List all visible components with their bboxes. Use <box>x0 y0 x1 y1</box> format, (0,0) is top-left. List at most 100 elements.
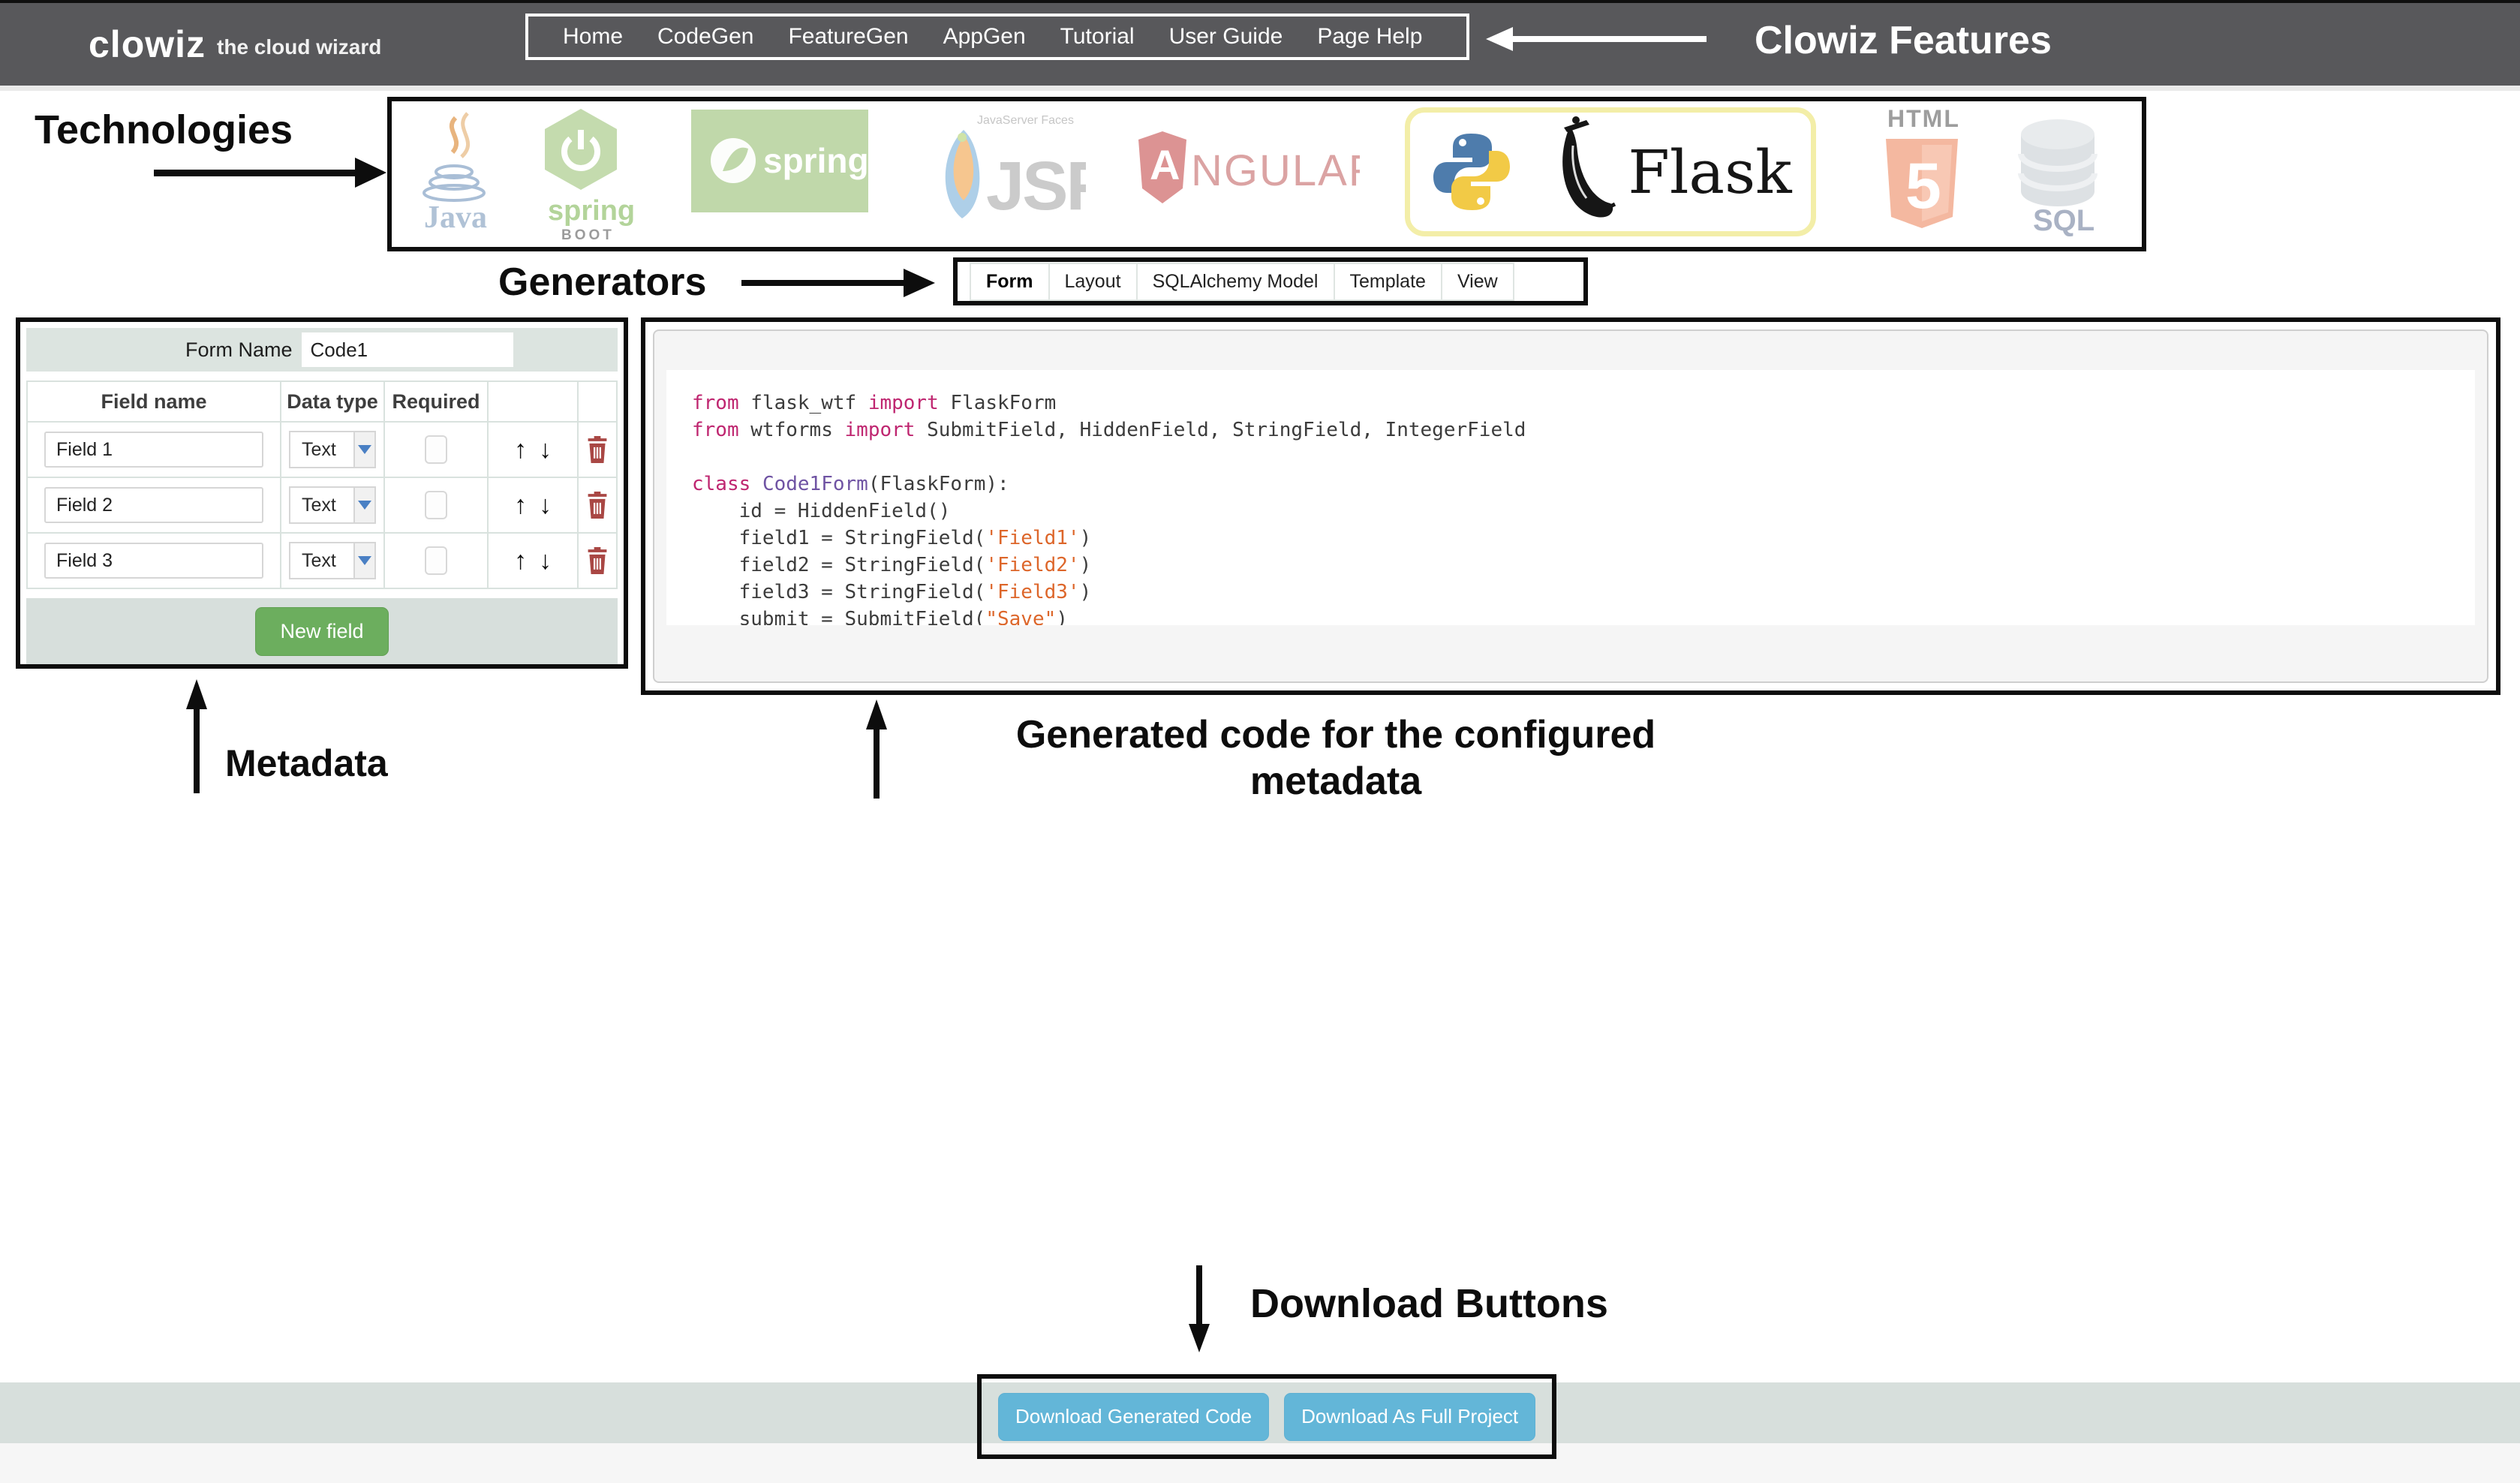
nav-item-appgen[interactable]: AppGen <box>943 24 1026 50</box>
tech-sql-icon[interactable]: SQL <box>2009 107 2107 236</box>
generated-code-up-arrow-icon <box>860 698 893 802</box>
field-name-input[interactable] <box>44 487 263 523</box>
svg-text:spring: spring <box>763 141 868 180</box>
annotation-download-buttons: Download Buttons <box>1250 1280 1608 1327</box>
move-down-button[interactable]: ↓ <box>539 548 552 573</box>
navbar-menu: Home CodeGen FeatureGen AppGen Tutorial User … <box>525 14 1469 60</box>
annotation-generated-code-line1: Generated code for the configured <box>968 711 1704 758</box>
generated-code-panel: from flask_wtf import FlaskFormfrom wtfo… <box>641 317 2500 695</box>
code-line: field1 = StringField('Field1') <box>692 525 2475 552</box>
column-header-required: Required <box>385 382 489 421</box>
form-name-input[interactable] <box>302 332 513 367</box>
tech-python-flask-selected[interactable]: Flask <box>1405 107 1816 236</box>
code-line: id = HiddenField() <box>692 498 2475 525</box>
metadata-panel: Form Name Field nameData typeRequired Te… <box>16 317 628 669</box>
download-buttons-frame: Download Generated Code Download As Full … <box>977 1374 1556 1459</box>
svg-text:BOOT: BOOT <box>561 227 615 243</box>
annotation-technologies: Technologies <box>35 107 293 153</box>
nav-item-featuregen[interactable]: FeatureGen <box>788 24 908 50</box>
code-line: field3 = StringField('Field3') <box>692 579 2475 606</box>
svg-text:JavaServer Faces: JavaServer Faces <box>977 114 1074 127</box>
field-row: Text ↑ ↓ <box>28 478 616 534</box>
form-name-band: Form Name <box>26 328 618 372</box>
tech-html5-icon[interactable]: HTML 5 <box>1874 104 1970 239</box>
field-name-input[interactable] <box>44 432 263 468</box>
annotation-generators: Generators <box>498 260 706 305</box>
required-checkbox[interactable] <box>425 491 447 519</box>
delete-field-button[interactable] <box>586 436 609 463</box>
nav-item-codegen[interactable]: CodeGen <box>657 24 753 50</box>
column-header-data-type: Data type <box>281 382 385 421</box>
page: clowiz the cloud wizard Home CodeGen Featu… <box>0 0 2520 1483</box>
metadata-up-arrow-icon <box>180 678 213 796</box>
new-field-button[interactable]: New field <box>255 607 388 656</box>
data-type-value: Text <box>290 432 353 467</box>
svg-text:HTML: HTML <box>1887 105 1960 132</box>
fields-table-header: Field nameData typeRequired <box>28 382 616 423</box>
delete-field-button[interactable] <box>586 492 609 519</box>
tech-angular-icon[interactable]: A NGULAR <box>1138 128 1360 212</box>
code-line: from flask_wtf import FlaskForm <box>692 390 2475 417</box>
download-as-full-project-button[interactable]: Download As Full Project <box>1284 1393 1535 1441</box>
move-up-button[interactable]: ↑ <box>514 492 527 518</box>
tech-jsf-icon[interactable]: JavaServer Faces JSF <box>917 107 1086 235</box>
technologies-panel: Java spring BOOT spring JavaServer Faces… <box>387 97 2146 251</box>
svg-text:spring: spring <box>548 195 635 227</box>
generators-arrow-icon <box>741 267 937 299</box>
tech-spring-icon[interactable]: spring <box>691 110 868 212</box>
annotation-metadata: Metadata <box>225 742 388 785</box>
annotation-generated-code-line2: metadata <box>968 758 1704 805</box>
new-field-band: New field <box>26 598 618 664</box>
data-type-value: Text <box>290 488 353 522</box>
data-type-select[interactable]: Text <box>289 486 376 524</box>
chevron-down-icon <box>353 432 374 467</box>
code-card: from flask_wtf import FlaskFormfrom wtfo… <box>653 329 2488 683</box>
navbar-bottom-strip <box>0 86 2520 91</box>
nav-item-user-guide[interactable]: User Guide <box>1169 24 1283 50</box>
tech-spring-boot-icon[interactable]: spring BOOT <box>527 104 636 244</box>
generator-tab-layout[interactable]: Layout <box>1048 263 1138 301</box>
delete-field-button[interactable] <box>586 547 609 574</box>
tech-java-icon[interactable]: Java <box>416 110 492 234</box>
required-checkbox[interactable] <box>425 546 447 575</box>
chevron-down-icon <box>353 488 374 522</box>
column-header-empty <box>579 382 616 421</box>
features-left-arrow-icon <box>1484 24 1710 54</box>
svg-text:SQL: SQL <box>2033 204 2094 236</box>
nav-item-page-help[interactable]: Page Help <box>1317 24 1422 50</box>
field-row: Text ↑ ↓ <box>28 423 616 478</box>
move-down-button[interactable]: ↓ <box>539 492 552 518</box>
logo-main-text: clowiz <box>89 23 206 66</box>
generator-tab-sqlalchemy-model[interactable]: SQLAlchemy Model <box>1136 263 1335 301</box>
code-line: class Code1Form(FlaskForm): <box>692 471 2475 498</box>
code-background: from flask_wtf import FlaskFormfrom wtfo… <box>666 370 2475 625</box>
data-type-select[interactable]: Text <box>289 431 376 468</box>
generated-code: from flask_wtf import FlaskFormfrom wtfo… <box>666 370 2475 625</box>
annotation-clowiz-features: Clowiz Features <box>1755 18 2052 63</box>
clowiz-logo[interactable]: clowiz the cloud wizard <box>89 3 381 86</box>
generator-tab-template[interactable]: Template <box>1334 263 1442 301</box>
code-line: from wtforms import SubmitField, HiddenF… <box>692 417 2475 444</box>
nav-item-home[interactable]: Home <box>563 24 623 50</box>
field-name-input[interactable] <box>44 543 263 579</box>
download-down-arrow-icon <box>1183 1265 1216 1354</box>
move-up-button[interactable]: ↑ <box>514 437 527 462</box>
generator-tab-form[interactable]: Form <box>970 263 1050 301</box>
move-up-button[interactable]: ↑ <box>514 548 527 573</box>
code-line <box>692 444 2475 471</box>
data-type-value: Text <box>290 543 353 578</box>
chevron-down-icon <box>353 543 374 578</box>
download-generated-code-button[interactable]: Download Generated Code <box>998 1393 1269 1441</box>
svg-text:JSF: JSF <box>986 148 1086 224</box>
flask-horn-icon <box>1534 116 1620 228</box>
code-line: submit = SubmitField("Save") <box>692 606 2475 625</box>
code-line: field2 = StringField('Field2') <box>692 552 2475 579</box>
technologies-arrow-icon <box>154 155 390 191</box>
generator-tab-view[interactable]: View <box>1441 263 1514 301</box>
required-checkbox[interactable] <box>425 435 447 464</box>
svg-text:Java: Java <box>424 200 487 234</box>
form-name-label: Form Name <box>185 338 293 362</box>
nav-item-tutorial[interactable]: Tutorial <box>1060 24 1135 50</box>
data-type-select[interactable]: Text <box>289 542 376 579</box>
move-down-button[interactable]: ↓ <box>539 437 552 462</box>
